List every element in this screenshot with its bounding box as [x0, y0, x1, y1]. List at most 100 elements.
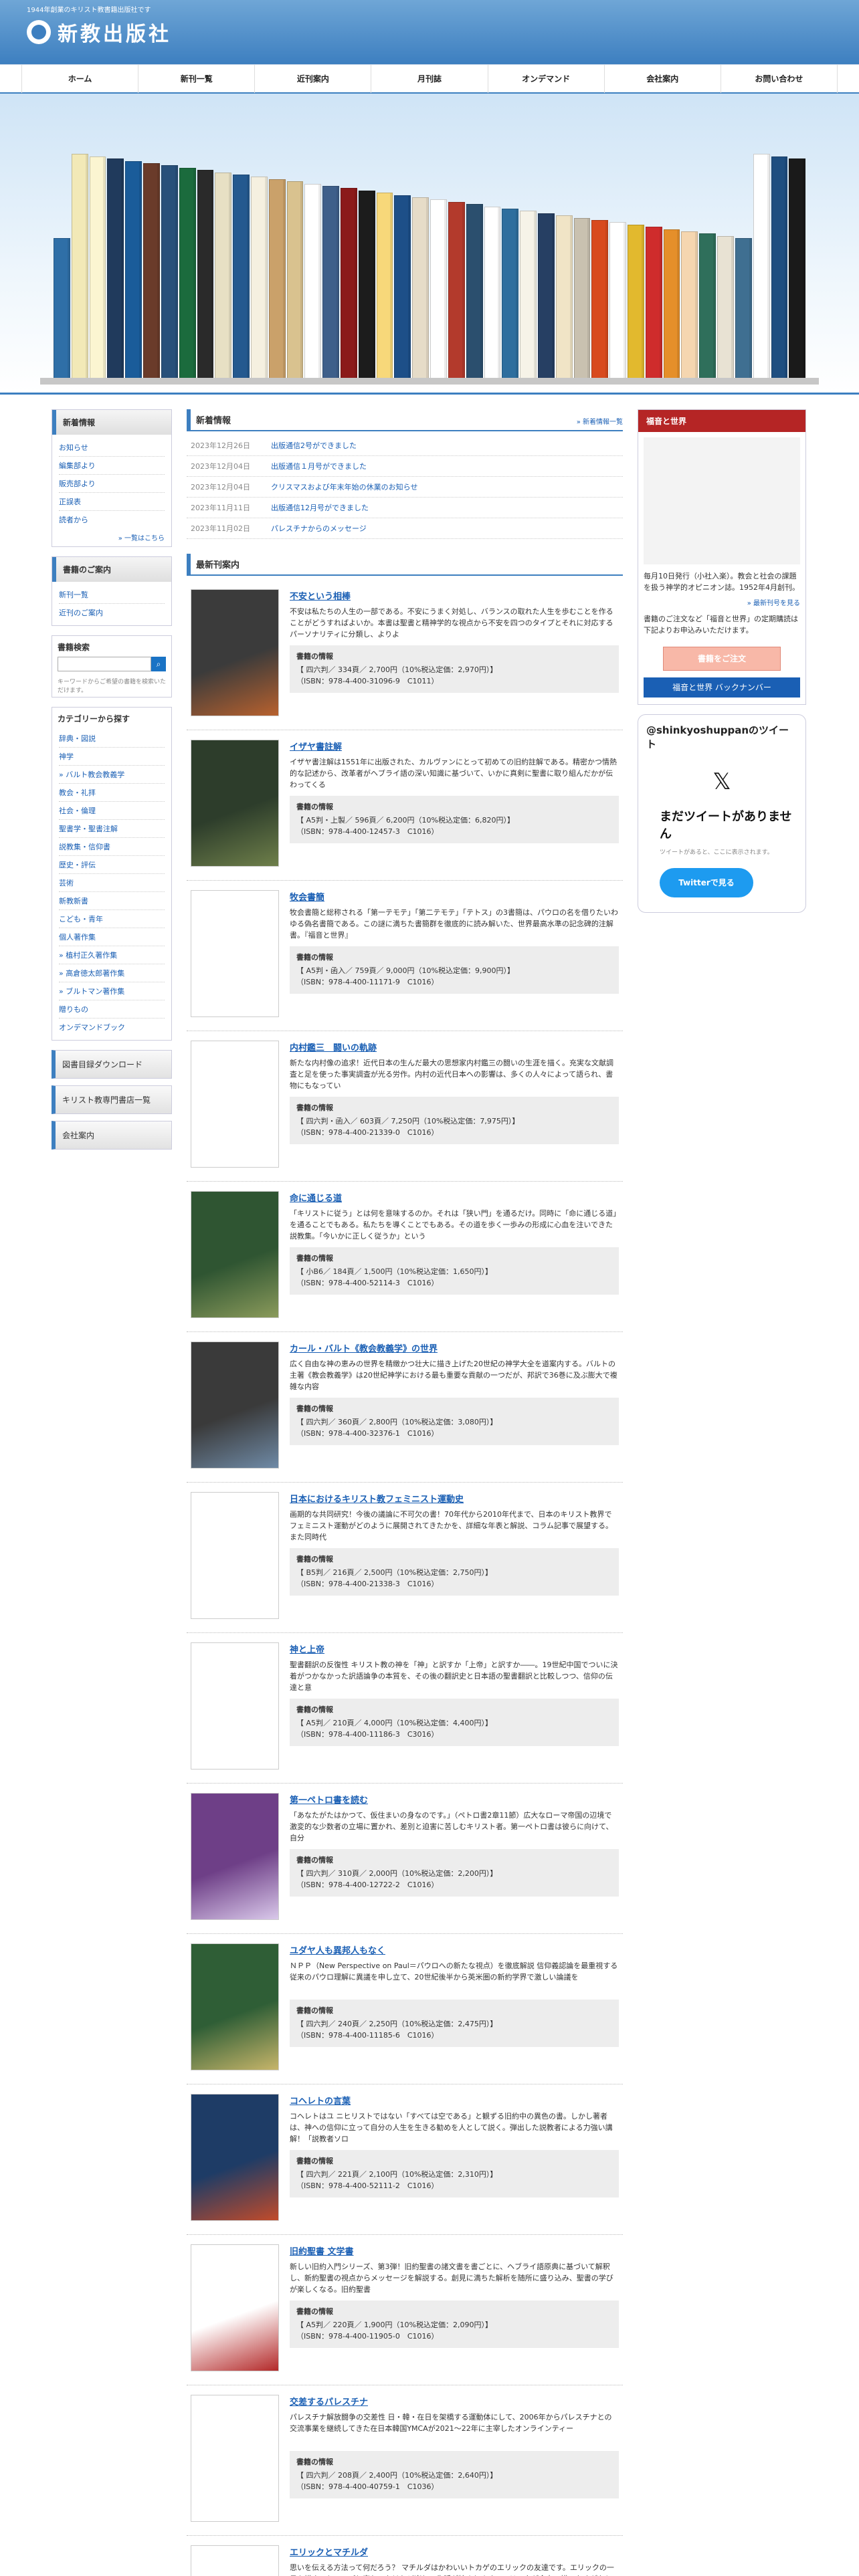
category-item[interactable]: 歴史・評伝	[59, 856, 165, 874]
sidebar-item-sales[interactable]: 販売部より	[59, 475, 165, 493]
book-title-link[interactable]: 交差するパレスチナ	[290, 2395, 619, 2407]
category-item[interactable]: オンデマンドブック	[59, 1018, 165, 1036]
book-cover-image[interactable]	[191, 1642, 279, 1769]
books-section-heading: 最新刊案内	[187, 554, 623, 576]
book-cover-image[interactable]	[191, 1191, 279, 1318]
book-item: 第一ペトロ書を読む 「あなたがたはかつて、仮住まいの身なのです。」（ペトロ書2章1…	[187, 1784, 623, 1934]
book-cover-image[interactable]	[191, 589, 279, 716]
category-item[interactable]: 贈りもの	[59, 1000, 165, 1018]
news-link[interactable]: クリスマスおよび年末年始の休業のお知らせ	[271, 481, 417, 492]
category-heading: カテゴリーから探す	[58, 714, 130, 724]
gnav-home[interactable]: ホーム	[21, 65, 139, 93]
book-description: 画期的な共同研究！今後の議論に不可欠の書！70年代から2010年代まで、日本のキ…	[290, 1510, 613, 1542]
category-item[interactable]: 芸術	[59, 874, 165, 892]
search-button[interactable]: ⌕	[151, 657, 166, 671]
book-title-link[interactable]: 日本におけるキリスト教フェミニスト運動史	[290, 1492, 619, 1505]
gnav-on-demand[interactable]: オンデマンド	[488, 65, 605, 93]
gnav-monthly[interactable]: 月刊誌	[371, 65, 488, 93]
book-title-link[interactable]: カール・バルト《教会教義学》の世界	[290, 1341, 619, 1354]
category-item[interactable]: 社会・倫理	[59, 802, 165, 820]
logo-icon	[27, 20, 51, 44]
book-title-link[interactable]: 旧約聖書 文学書	[290, 2244, 619, 2257]
book-spec-label: 書籍の情報	[296, 953, 333, 962]
category-item[interactable]: こども・青年	[59, 910, 165, 928]
gnav-company[interactable]: 会社案内	[605, 65, 721, 93]
book-spec: 書籍の情報【 四六判／ 334頁／ 2,700円（10%税込定価：2,970円）…	[290, 645, 619, 693]
book-title-link[interactable]: 不安という相棒	[290, 589, 619, 602]
back-number-button[interactable]: 福音と世界 バックナンバー	[644, 677, 800, 697]
gnav-new-books[interactable]: 新刊一覧	[138, 65, 256, 93]
book-description: 新たな内村像の追求！近代日本の生んだ最大の思想家内村鑑三の闘いの生涯を描く。充実…	[290, 1059, 613, 1091]
book-title-link[interactable]: 命に通じる道	[290, 1191, 619, 1204]
search-input[interactable]	[58, 657, 151, 671]
book-cover-image[interactable]	[191, 2395, 279, 2522]
book-spine	[502, 209, 519, 379]
category-item[interactable]: 教会・礼拝	[59, 784, 165, 802]
book-title-link[interactable]: 第一ペトロ書を読む	[290, 1793, 619, 1806]
book-spec-label: 書籍の情報	[296, 1254, 333, 1263]
twitter-empty-sub: ツイートがあると、ここに表示されます。	[660, 849, 773, 856]
sidebar-item-upcoming[interactable]: 近刊のご案内	[59, 604, 165, 621]
book-cover-image[interactable]	[191, 1041, 279, 1168]
book-title-link[interactable]: 内村鑑三 闘いの軌跡	[290, 1041, 619, 1053]
category-subitem[interactable]: » ブルトマン著作集	[59, 982, 165, 1000]
book-cover-image[interactable]	[191, 2244, 279, 2371]
category-subitem[interactable]: » 高倉徳太郎著作集	[59, 964, 165, 982]
magazine-cover-image[interactable]	[644, 437, 800, 564]
book-cover-image[interactable]	[191, 740, 279, 867]
gnav-contact[interactable]: お問い合わせ	[721, 65, 838, 93]
magazine-latest-link[interactable]: » 最新刊号を見る	[638, 597, 805, 613]
sidebar-item-new-list[interactable]: 新刊一覧	[59, 586, 165, 604]
sidebar-item-errata[interactable]: 正誤表	[59, 493, 165, 511]
book-cover-image[interactable]	[191, 2094, 279, 2221]
news-link[interactable]: 出版通信１月号ができました	[271, 461, 367, 471]
category-subitem[interactable]: » 植村正久著作集	[59, 946, 165, 964]
category-item[interactable]: 聖書学・聖書注解	[59, 820, 165, 838]
news-date: 2023年12月26日	[191, 441, 250, 450]
book-cover-image[interactable]	[191, 890, 279, 1017]
book-title-link[interactable]: イザヤ書註解	[290, 740, 619, 752]
category-item[interactable]: 辞典・図説	[59, 730, 165, 748]
sidebar-news-more-link[interactable]: » 一覧はこちら	[52, 532, 171, 546]
book-spec-label: 書籍の情報	[296, 1404, 333, 1413]
site-header: 1944年創業のキリスト教書籍出版社です 新教出版社	[0, 0, 859, 64]
book-spine	[591, 220, 609, 379]
book-item: 旧約聖書 文学書 新しい旧約入門シリーズ、第3弾！旧約聖書の諸文書を書ごとに、ヘブ…	[187, 2235, 623, 2385]
category-item[interactable]: 説教集・信仰書	[59, 838, 165, 856]
category-item[interactable]: 神学	[59, 748, 165, 766]
book-cover-image[interactable]	[191, 1793, 279, 1920]
news-link[interactable]: 出版通信12月号ができました	[271, 502, 369, 513]
book-cover-image[interactable]	[191, 1341, 279, 1469]
book-spine	[250, 177, 268, 379]
category-item[interactable]: 新教新書	[59, 892, 165, 910]
book-info: 交差するパレスチナ パレスチナ解放闘争の交差性 日・韓・在日を架橋する運動体にして…	[290, 2395, 619, 2522]
bookstores-button[interactable]: キリスト教専門書店一覧	[52, 1085, 172, 1114]
news-more-link[interactable]: » 新着情報一覧	[577, 416, 623, 426]
book-spec: 書籍の情報【 四六判／ 360頁／ 2,800円（10%税込定価：3,080円）…	[290, 1398, 619, 1445]
sidebar-item-editorial[interactable]: 編集部より	[59, 457, 165, 475]
book-spec-label: 書籍の情報	[296, 2157, 333, 2165]
book-title-link[interactable]: ユダヤ人も異邦人もなく	[290, 1943, 619, 1956]
order-button[interactable]: 書籍をご注文	[663, 647, 781, 671]
sidebar-item-notice[interactable]: お知らせ	[59, 439, 165, 457]
book-title-link[interactable]: コヘレトの言葉	[290, 2094, 619, 2107]
book-item: 神と上帝 聖書翻訳の反復性 キリスト教の神を「神」と訳すか「上帝」と訳すか――。1…	[187, 1633, 623, 1784]
book-title-link[interactable]: 牧会書簡	[290, 890, 619, 903]
news-link[interactable]: 出版通信2号ができました	[271, 440, 357, 451]
book-title-link[interactable]: 神と上帝	[290, 1642, 619, 1655]
gnav-upcoming[interactable]: 近刊案内	[255, 65, 372, 93]
sidebar-item-readers[interactable]: 読者から	[59, 511, 165, 528]
book-cover-image[interactable]	[191, 1492, 279, 1619]
category-subitem[interactable]: » バルト教会教義学	[59, 766, 165, 784]
twitter-view-button[interactable]: Twitterで見る	[660, 868, 753, 897]
book-title-link[interactable]: エリックとマチルダ	[290, 2545, 619, 2558]
category-item[interactable]: 個人著作集	[59, 928, 165, 946]
site-logo[interactable]: 新教出版社	[27, 17, 171, 47]
book-cover-image[interactable]	[191, 2545, 279, 2576]
magazine-heading: 福音と世界	[638, 410, 805, 432]
twitter-handle[interactable]: @shinkyoshuppanのツイート	[646, 723, 797, 751]
catalog-download-button[interactable]: 図書目録ダウンロード	[52, 1050, 172, 1079]
company-button[interactable]: 会社案内	[52, 1121, 172, 1150]
book-cover-image[interactable]	[191, 1943, 279, 2070]
news-link[interactable]: パレスチナからのメッセージ	[271, 523, 367, 534]
